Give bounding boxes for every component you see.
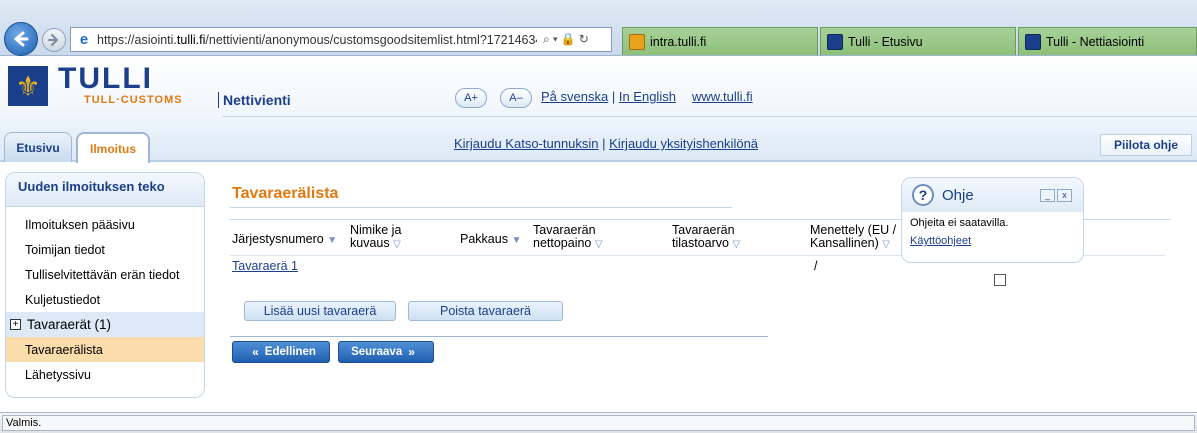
minimize-icon[interactable]: _ <box>1040 189 1055 202</box>
sidebar-group-goods-items[interactable]: + Tavaraerät (1) <box>6 312 204 337</box>
arrow-left-icon <box>14 31 29 47</box>
hide-help-button[interactable]: Piilota ohje <box>1100 134 1192 156</box>
search-icon[interactable]: ⌕ <box>543 32 553 46</box>
row-select-checkbox[interactable] <box>994 274 1006 286</box>
login-separator: | <box>602 136 606 151</box>
service-name: Nettivienti <box>218 92 291 108</box>
lang-separator: | <box>611 89 616 104</box>
katso-login-link[interactable]: Kirjaudu Katso-tunnuksin <box>454 136 599 151</box>
next-button[interactable]: Seuraava » <box>338 341 434 363</box>
help-panel: ? Ohje _ x Ohjeita ei saatavilla. Käyttö… <box>901 177 1084 263</box>
column-header-net-weight[interactable]: Tavaraerän nettopaino ▽ <box>533 224 603 251</box>
browser-tab-label: intra.tulli.fi <box>650 34 707 49</box>
help-text: Ohjeita ei saatavilla. <box>910 217 1009 229</box>
tab-etusivu[interactable]: Etusivu <box>4 132 72 162</box>
help-title: Ohje <box>942 186 974 204</box>
login-links: Kirjaudu Katso-tunnuksin | Kirjaudu yksi… <box>454 136 758 151</box>
browser-tab-intra[interactable]: intra.tulli.fi <box>622 27 818 55</box>
address-url[interactable]: https://asiointi.tulli.fi/nettivienti/an… <box>97 33 537 47</box>
logo-subtitle: TULL·CUSTOMS <box>84 94 183 106</box>
column-header-statistical-value[interactable]: Tavaraerän tilastoarvo ▽ <box>672 224 740 251</box>
add-goods-item-button[interactable]: Lisää uusi tavaraerä <box>244 301 396 321</box>
browser-tab-label: Tulli - Nettiasiointi <box>1046 34 1145 49</box>
browser-tab-tulli-etusivu[interactable]: Tulli - Etusivu <box>820 27 1016 55</box>
arrow-right-icon <box>48 34 58 46</box>
tab-ilmoitus[interactable]: Ilmoitus <box>76 132 150 163</box>
column-header-description[interactable]: Nimike ja kuvaus ▽ <box>350 224 401 251</box>
private-login-link[interactable]: Kirjaudu yksityishenkilönä <box>609 136 758 151</box>
refresh-icon[interactable]: ↻ <box>579 32 592 46</box>
sidebar-item-transport[interactable]: Kuljetustiedot <box>6 287 204 312</box>
dropdown-icon[interactable]: ▾ <box>553 32 561 46</box>
sort-down-icon[interactable]: ▼ <box>327 235 337 246</box>
double-chevron-left-icon: « <box>252 345 259 359</box>
sidebar-item-operator[interactable]: Toimijan tiedot <box>6 237 204 262</box>
page-title: Tavaraerälista <box>232 185 339 202</box>
help-header: ? Ohje <box>902 178 1083 212</box>
sort-down-icon[interactable]: ▽ <box>732 239 740 250</box>
column-header-procedure[interactable]: Menettely (EU / Kansallinen) ▽ <box>810 224 896 251</box>
address-controls: ⌕▾🔒↻ <box>543 32 592 47</box>
buttons-divider <box>230 336 768 337</box>
intranet-favicon-icon <box>629 33 645 50</box>
browser-toolbar: e https://asiointi.tulli.fi/nettivienti/… <box>0 0 1197 56</box>
sidebar-group-label: Tavaraerät (1) <box>27 317 112 332</box>
ie-page-icon: e <box>79 30 89 48</box>
previous-label: Edellinen <box>264 346 316 358</box>
customs-emblem-icon: ⚜ <box>8 66 48 106</box>
question-icon: ? <box>912 184 934 206</box>
expand-plus-icon[interactable]: + <box>10 319 21 330</box>
font-increase-button[interactable]: A+ <box>455 88 487 108</box>
tulli-favicon-icon <box>827 33 843 50</box>
title-divider <box>230 207 732 208</box>
status-bar: Valmis. <box>0 412 1197 433</box>
sidebar-item-goods-list[interactable]: Tavaraerälista <box>6 337 204 362</box>
column-header-package[interactable]: Pakkaus ▼ <box>460 233 521 247</box>
browser-tab-label: Tulli - Etusivu <box>848 34 923 49</box>
tulli-favicon-icon <box>1025 33 1041 50</box>
swedish-link[interactable]: På svenska <box>541 89 608 104</box>
user-guide-link[interactable]: Käyttöohjeet <box>910 235 971 247</box>
sort-down-icon[interactable]: ▽ <box>393 239 401 250</box>
english-link[interactable]: In English <box>619 89 676 104</box>
sidebar-item-main-page[interactable]: Ilmoituksen pääsivu <box>6 212 204 237</box>
back-button[interactable] <box>4 22 38 56</box>
declaration-sidebar: Uuden ilmoituksen teko Ilmoituksen pääsi… <box>5 172 205 398</box>
language-links: På svenska | In English <box>541 89 676 104</box>
logo-title: TULLI <box>58 62 153 95</box>
column-header-order[interactable]: Järjestysnumero ▼ <box>232 233 337 247</box>
sort-down-icon[interactable]: ▼ <box>511 235 521 246</box>
font-decrease-button[interactable]: A– <box>500 88 532 108</box>
site-header: ⚜ TULLI TULL·CUSTOMS Nettivienti A+ A– P… <box>0 56 1197 163</box>
delete-goods-item-button[interactable]: Poista tavaraerä <box>408 301 563 321</box>
forward-button[interactable] <box>42 28 66 52</box>
procedure-value: / <box>814 259 818 273</box>
next-label: Seuraava <box>351 346 403 358</box>
header-divider <box>222 116 1197 117</box>
goods-item-link[interactable]: Tavaraerä 1 <box>232 259 298 273</box>
sort-down-icon[interactable]: ▽ <box>595 239 603 250</box>
sidebar-title: Uuden ilmoituksen teko <box>6 173 204 207</box>
sidebar-item-consignment[interactable]: Tulliselvitettävän erän tiedot <box>6 262 204 287</box>
previous-button[interactable]: « Edellinen <box>232 341 330 363</box>
address-bar[interactable]: e https://asiointi.tulli.fi/nettivienti/… <box>70 27 612 52</box>
status-text: Valmis. <box>2 415 1195 431</box>
tulli-website-link[interactable]: www.tulli.fi <box>692 89 753 104</box>
close-icon[interactable]: x <box>1057 189 1072 202</box>
sort-down-icon[interactable]: ▽ <box>882 239 890 250</box>
double-chevron-right-icon: » <box>408 345 415 359</box>
sidebar-item-send[interactable]: Lähetyssivu <box>6 362 204 387</box>
lock-icon[interactable]: 🔒 <box>561 32 579 46</box>
browser-tab-tulli-nettiasiointi[interactable]: Tulli - Nettiasiointi <box>1018 27 1197 55</box>
